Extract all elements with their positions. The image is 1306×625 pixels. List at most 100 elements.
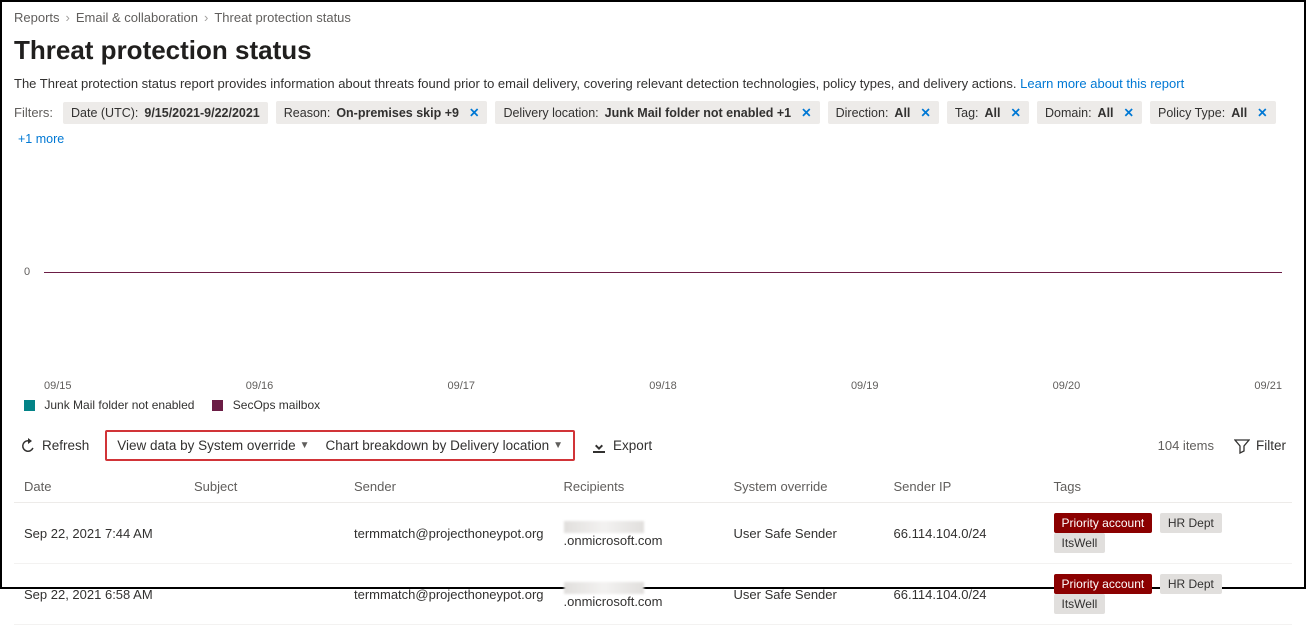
- close-icon[interactable]: ✕: [1124, 105, 1134, 120]
- table-row[interactable]: Sep 22, 2021 6:58 AM termmatch@projectho…: [14, 564, 1292, 625]
- items-count: 104 items: [1158, 438, 1214, 453]
- col-sender-ip[interactable]: Sender IP: [884, 471, 1044, 503]
- redacted-text: [564, 521, 644, 533]
- results-table: Date Subject Sender Recipients System ov…: [14, 471, 1292, 625]
- page-description: The Threat protection status report prov…: [14, 76, 1292, 91]
- cell-subject: [184, 503, 344, 564]
- filter-label: Filter: [1256, 438, 1286, 453]
- col-sender[interactable]: Sender: [344, 471, 554, 503]
- learn-more-link[interactable]: Learn more about this report: [1020, 76, 1184, 91]
- filter-icon: [1234, 438, 1250, 454]
- chart-xtick: 09/21: [1254, 380, 1282, 392]
- tag-itswell[interactable]: ItsWell: [1054, 533, 1106, 553]
- export-button[interactable]: Export: [585, 434, 658, 458]
- chevron-right-icon: ›: [66, 10, 70, 25]
- tag-hr-dept[interactable]: HR Dept: [1160, 574, 1222, 594]
- col-system-override[interactable]: System override: [724, 471, 884, 503]
- chart-xtick: 09/18: [649, 380, 677, 392]
- filter-pill-reason[interactable]: Reason: On-premises skip +9 ✕: [276, 101, 488, 124]
- table-row[interactable]: Sep 22, 2021 7:44 AM termmatch@projectho…: [14, 503, 1292, 564]
- threat-chart: 0 09/15 09/16 09/17 09/18 09/19 09/20 09…: [14, 160, 1292, 392]
- breadcrumb-item-email-collab[interactable]: Email & collaboration: [76, 10, 198, 25]
- breadcrumb-item-reports[interactable]: Reports: [14, 10, 60, 25]
- filter-key: Policy Type:: [1158, 106, 1225, 120]
- filter-key: Delivery location:: [503, 106, 598, 120]
- description-text: The Threat protection status report prov…: [14, 76, 1017, 91]
- legend-item[interactable]: SecOps mailbox: [212, 398, 320, 412]
- page-title: Threat protection status: [14, 35, 1292, 66]
- cell-sender-ip: 66.114.104.0/24: [884, 564, 1044, 625]
- tag-hr-dept[interactable]: HR Dept: [1160, 513, 1222, 533]
- cell-sender: termmatch@projecthoneypot.org: [344, 564, 554, 625]
- chevron-down-icon: ▼: [553, 440, 563, 451]
- close-icon[interactable]: ✕: [469, 105, 479, 120]
- filter-pill-date[interactable]: Date (UTC): 9/15/2021-9/22/2021: [63, 102, 268, 124]
- redacted-text: [564, 582, 644, 594]
- filters-more-link[interactable]: +1 more: [18, 132, 64, 146]
- legend-swatch-icon: [212, 400, 223, 411]
- chart-xtick: 09/17: [447, 380, 475, 392]
- col-recipients[interactable]: Recipients: [554, 471, 724, 503]
- filter-key: Domain:: [1045, 106, 1092, 120]
- cell-tags: Priority account HR Dept ItsWell: [1044, 503, 1292, 564]
- chart-breakdown-dropdown[interactable]: Chart breakdown by Delivery location ▼: [318, 434, 572, 457]
- view-data-label: View data by System override: [117, 438, 295, 453]
- breadcrumb-item-current: Threat protection status: [214, 10, 351, 25]
- filter-key: Date (UTC):: [71, 106, 138, 120]
- col-date[interactable]: Date: [14, 471, 184, 503]
- cell-system-override: User Safe Sender: [724, 564, 884, 625]
- chart-breakdown-label: Chart breakdown by Delivery location: [326, 438, 550, 453]
- filter-key: Tag:: [955, 106, 979, 120]
- cell-recipients: .onmicrosoft.com: [554, 564, 724, 625]
- filter-value: 9/15/2021-9/22/2021: [144, 106, 259, 120]
- export-label: Export: [613, 438, 652, 453]
- col-subject[interactable]: Subject: [184, 471, 344, 503]
- filter-value: All: [985, 106, 1001, 120]
- cell-tags: Priority account HR Dept ItsWell: [1044, 564, 1292, 625]
- tag-priority-account[interactable]: Priority account: [1054, 513, 1153, 533]
- filter-button[interactable]: Filter: [1228, 434, 1292, 458]
- filter-pill-delivery-location[interactable]: Delivery location: Junk Mail folder not …: [495, 101, 819, 124]
- chart-legend: Junk Mail folder not enabled SecOps mail…: [24, 398, 1292, 412]
- cell-sender-ip: 66.114.104.0/24: [884, 503, 1044, 564]
- legend-swatch-icon: [24, 400, 35, 411]
- download-icon: [591, 438, 607, 454]
- filter-key: Direction:: [836, 106, 889, 120]
- tag-itswell[interactable]: ItsWell: [1054, 594, 1106, 614]
- view-data-by-dropdown[interactable]: View data by System override ▼: [109, 434, 317, 457]
- filter-value: All: [1231, 106, 1247, 120]
- filter-pill-domain[interactable]: Domain: All ✕: [1037, 101, 1142, 124]
- refresh-button[interactable]: Refresh: [14, 434, 95, 458]
- col-tags[interactable]: Tags: [1044, 471, 1292, 503]
- legend-item[interactable]: Junk Mail folder not enabled: [24, 398, 194, 412]
- refresh-icon: [20, 438, 36, 454]
- table-toolbar: Refresh View data by System override ▼ C…: [14, 430, 1292, 461]
- chart-series-line: [44, 272, 1282, 273]
- chart-xaxis: 09/15 09/16 09/17 09/18 09/19 09/20 09/2…: [44, 380, 1282, 392]
- cell-sender: termmatch@projecthoneypot.org: [344, 503, 554, 564]
- cell-system-override: User Safe Sender: [724, 503, 884, 564]
- breadcrumb: Reports › Email & collaboration › Threat…: [2, 2, 1304, 29]
- close-icon[interactable]: ✕: [801, 105, 811, 120]
- cell-date: Sep 22, 2021 6:58 AM: [14, 564, 184, 625]
- table-header-row: Date Subject Sender Recipients System ov…: [14, 471, 1292, 503]
- close-icon[interactable]: ✕: [920, 105, 930, 120]
- filter-pill-policy-type[interactable]: Policy Type: All ✕: [1150, 101, 1276, 124]
- filter-pill-tag[interactable]: Tag: All ✕: [947, 101, 1029, 124]
- cell-subject: [184, 564, 344, 625]
- chevron-down-icon: ▼: [300, 440, 310, 451]
- filters-label: Filters:: [14, 105, 53, 120]
- chart-ytick: 0: [24, 266, 30, 278]
- highlighted-controls: View data by System override ▼ Chart bre…: [105, 430, 575, 461]
- chart-xtick: 09/19: [851, 380, 879, 392]
- close-icon[interactable]: ✕: [1011, 105, 1021, 120]
- cell-date: Sep 22, 2021 7:44 AM: [14, 503, 184, 564]
- recipient-suffix: .onmicrosoft.com: [564, 594, 663, 609]
- refresh-label: Refresh: [42, 438, 89, 453]
- filter-pill-direction[interactable]: Direction: All ✕: [828, 101, 939, 124]
- filters-row: Filters: Date (UTC): 9/15/2021-9/22/2021…: [2, 101, 1304, 152]
- filter-value: On-premises skip +9: [336, 106, 459, 120]
- tag-priority-account[interactable]: Priority account: [1054, 574, 1153, 594]
- close-icon[interactable]: ✕: [1257, 105, 1267, 120]
- chart-xtick: 09/20: [1053, 380, 1081, 392]
